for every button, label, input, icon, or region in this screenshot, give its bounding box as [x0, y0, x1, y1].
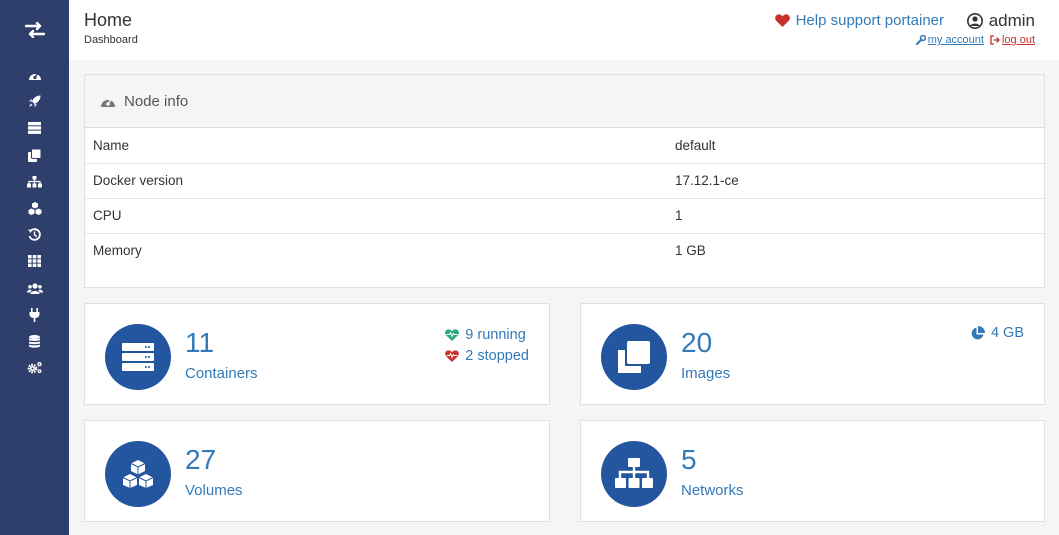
images-size-value: 4 GB — [990, 325, 1024, 341]
plug-icon — [29, 307, 40, 322]
history-icon — [28, 228, 41, 241]
sidebar-item-networks[interactable] — [0, 168, 69, 195]
cubes-icon — [122, 460, 154, 488]
networks-widget[interactable]: 5 Networks — [580, 420, 1045, 522]
server-icon — [28, 122, 41, 135]
dashboard-gauge-icon — [101, 98, 115, 107]
user-menu: admin — [966, 11, 1035, 31]
sidebar — [0, 0, 69, 535]
sitemap-icon — [27, 175, 42, 188]
sign-out-icon — [990, 35, 1000, 45]
containers-status: 9 running 2 stopped — [445, 324, 529, 366]
node-info-key: CPU — [85, 198, 667, 234]
sidebar-item-engine[interactable] — [0, 248, 69, 275]
images-count: 20 — [681, 327, 713, 358]
heart-icon — [774, 14, 790, 27]
sidebar-item-registries[interactable] — [0, 328, 69, 355]
node-info-panel: Node info Name default Docker version 17… — [84, 74, 1045, 288]
images-widget[interactable]: 20 Images 4 GB — [580, 303, 1045, 405]
my-account-link[interactable]: my account — [915, 34, 984, 46]
users-icon — [26, 282, 43, 294]
running-count: 9 running — [465, 326, 526, 343]
log-out-label: log out — [1001, 34, 1035, 46]
username: admin — [988, 11, 1035, 30]
heartbeat-icon — [445, 328, 460, 341]
clone-icon — [618, 341, 650, 373]
page-header: Home Dashboard Help support portainer ad… — [69, 0, 1059, 60]
table-row: Docker version 17.12.1-ce — [85, 163, 1044, 199]
containers-widget[interactable]: 11 Containers 9 running 2 stopped — [84, 303, 550, 405]
node-info-value: 1 — [667, 198, 1044, 234]
volumes-icon-circle — [105, 441, 171, 507]
account-links: my account log out — [915, 34, 1035, 46]
log-out-link[interactable]: log out — [990, 34, 1035, 46]
containers-icon-circle — [105, 324, 171, 390]
cogs-icon — [27, 362, 42, 374]
stopped-status: 2 stopped — [445, 345, 529, 366]
pie-chart-icon — [971, 325, 985, 339]
rocket-icon — [29, 95, 41, 108]
node-info-key: Memory — [93, 243, 142, 259]
node-info-value: 17.12.1-ce — [667, 163, 1044, 199]
user-circle-icon — [966, 13, 983, 29]
page-title: Home — [84, 10, 133, 30]
sidebar-item-app-templates[interactable] — [0, 89, 69, 116]
breadcrumb: Dashboard — [84, 34, 138, 46]
dashboard-gauge-icon — [28, 73, 41, 81]
node-info-key: Docker version — [85, 163, 667, 199]
clone-icon — [28, 148, 41, 162]
sidebar-item-volumes[interactable] — [0, 195, 69, 222]
sidebar-item-endpoints[interactable] — [0, 301, 69, 328]
database-icon — [29, 334, 40, 348]
sidebar-item-home[interactable] — [0, 62, 69, 89]
volumes-label: Volumes — [185, 482, 243, 499]
sidebar-item-images[interactable] — [0, 142, 69, 169]
sidebar-nav — [0, 62, 69, 381]
help-support-link[interactable]: Help support portainer — [774, 12, 944, 29]
sidebar-item-settings[interactable] — [0, 355, 69, 382]
images-size: 4 GB — [970, 325, 1024, 341]
table-row: Name default — [85, 128, 1044, 164]
my-account-label: my account — [927, 34, 984, 46]
volumes-widget[interactable]: 27 Volumes — [84, 420, 550, 522]
node-info-value: default — [667, 128, 1044, 164]
table-row: Memory 1 GB — [85, 233, 1044, 268]
portainer-logo[interactable] — [0, 0, 69, 60]
heartbeat-icon — [445, 349, 460, 362]
node-info-key: Name — [85, 128, 667, 164]
server-icon — [122, 343, 154, 371]
wrench-icon — [915, 35, 926, 45]
images-icon-circle — [601, 324, 667, 390]
networks-count: 5 — [681, 444, 697, 475]
volumes-count: 27 — [185, 444, 217, 475]
stopped-count: 2 stopped — [465, 347, 529, 364]
containers-label: Containers — [185, 365, 258, 382]
help-support-label: Help support portainer — [795, 12, 944, 29]
sidebar-item-containers[interactable] — [0, 115, 69, 142]
networks-icon-circle — [601, 441, 667, 507]
images-label: Images — [681, 365, 731, 382]
networks-label: Networks — [681, 482, 744, 499]
cubes-icon — [28, 201, 41, 215]
sidebar-item-users[interactable] — [0, 275, 69, 302]
sitemap-icon — [615, 458, 653, 488]
node-info-header: Node info — [85, 75, 1044, 128]
sidebar-item-events[interactable] — [0, 222, 69, 249]
table-row: CPU 1 — [85, 198, 1044, 234]
swap-arrows-icon — [24, 22, 45, 38]
running-status: 9 running — [445, 324, 529, 345]
node-info-value: 1 GB — [675, 243, 706, 259]
grid-icon — [28, 255, 41, 268]
node-info-table: Name default Docker version 17.12.1-ce C… — [85, 128, 1044, 268]
containers-count: 11 — [185, 327, 215, 358]
node-info-title: Node info — [124, 92, 189, 110]
